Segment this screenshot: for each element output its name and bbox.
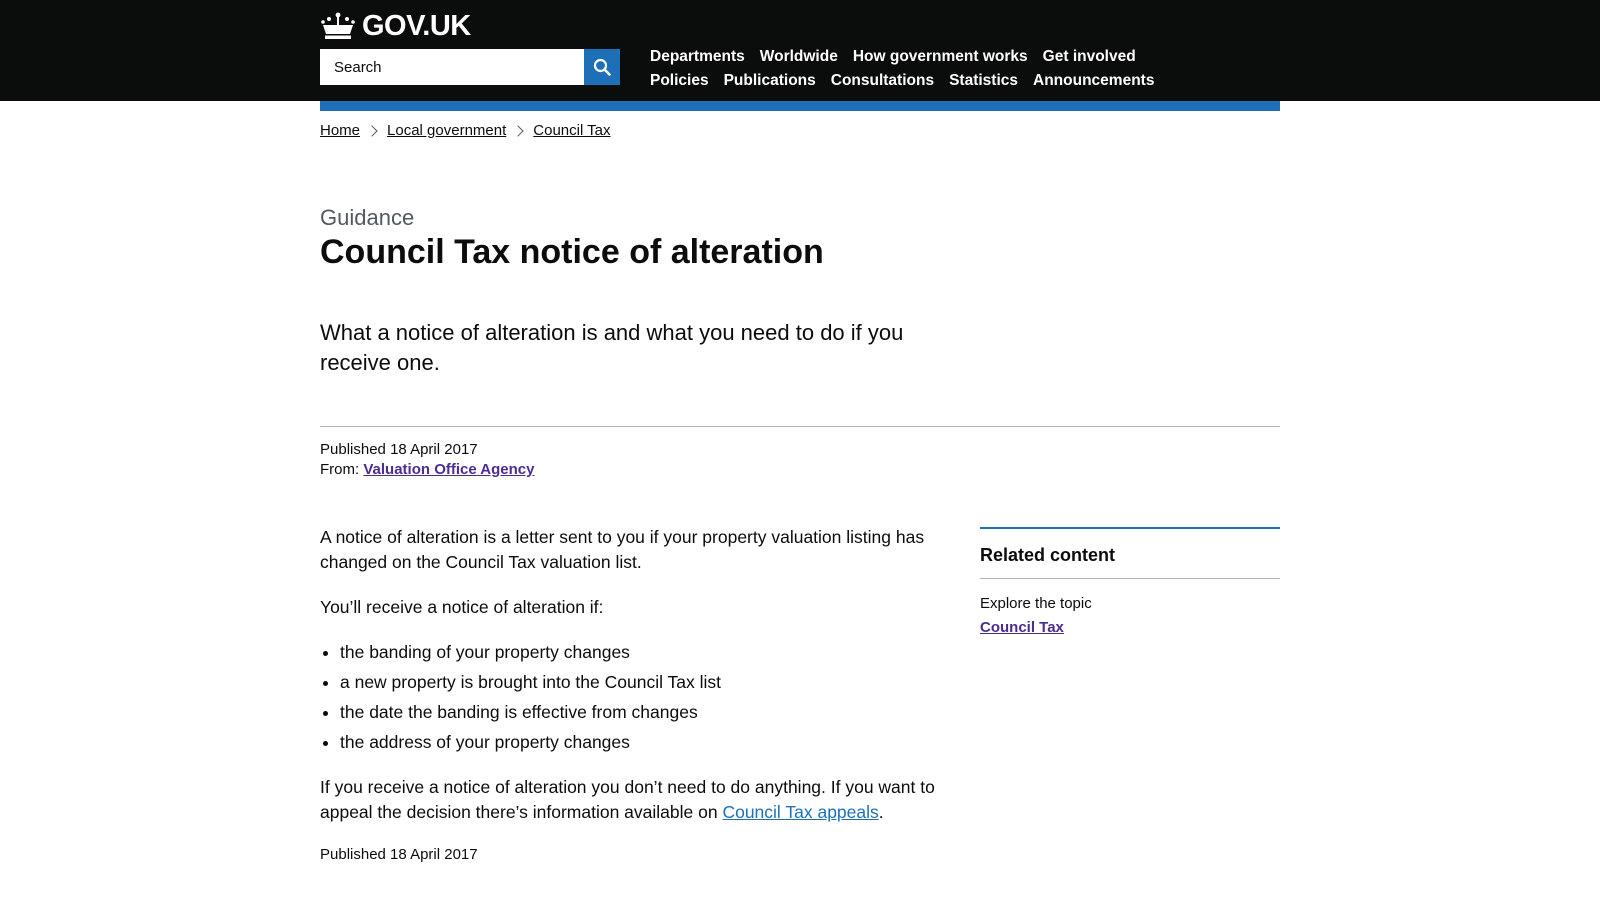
search-form — [320, 49, 620, 85]
search-button[interactable] — [584, 49, 620, 85]
related-content-sidebar: Related content Explore the topic Counci… — [980, 527, 1280, 637]
published-label: Published — [320, 441, 386, 458]
nav-link-consultations[interactable]: Consultations — [831, 72, 934, 90]
search-icon — [593, 58, 611, 76]
breadcrumb-home[interactable]: Home — [320, 122, 360, 139]
published-footer: Published 18 April 2017 — [320, 846, 478, 863]
related-subheading: Explore the topic — [980, 595, 1092, 612]
breadcrumb-local-government[interactable]: Local government — [387, 122, 506, 139]
nav-link-get-involved[interactable]: Get involved — [1043, 48, 1136, 66]
related-topic-link[interactable]: Council Tax — [980, 619, 1064, 636]
list-item: the address of your property changes — [340, 730, 960, 755]
from-line: From: Valuation Office Agency — [320, 460, 535, 480]
nav-row-primary: Departments Worldwide How government wor… — [650, 45, 1210, 69]
publication-metadata: Published 18 April 2017 From: Valuation … — [320, 440, 535, 480]
nav-link-departments[interactable]: Departments — [650, 48, 745, 66]
page-title: Council Tax notice of alteration — [320, 233, 824, 271]
breadcrumb: Home Local government Council Tax — [320, 122, 611, 139]
main-content: A notice of alteration is a letter sent … — [320, 525, 960, 845]
list-item: the date the banding is effective from c… — [340, 700, 960, 725]
from-label: From: — [320, 461, 360, 478]
nav-link-how-government-works[interactable]: How government works — [853, 48, 1028, 66]
list-item: a new property is brought into the Counc… — [340, 670, 960, 695]
govuk-logo-link[interactable]: GOV.UK — [320, 10, 471, 42]
nav-link-worldwide[interactable]: Worldwide — [760, 48, 838, 66]
list-item: the banding of your property changes — [340, 640, 960, 665]
header-blue-bar — [320, 101, 1280, 111]
chevron-right-icon — [366, 124, 378, 137]
site-header: GOV.UK Departments Worldwide How governm… — [0, 0, 1600, 101]
nav-row-secondary: Policies Publications Consultations Stat… — [650, 69, 1210, 93]
appeal-text-end: . — [878, 802, 884, 822]
list-intro-paragraph: You’ll receive a notice of alteration if… — [320, 597, 604, 617]
organisation-link[interactable]: Valuation Office Agency — [363, 461, 534, 478]
related-content-heading: Related content — [980, 529, 1280, 579]
intro-paragraph: A notice of alteration is a letter sent … — [320, 527, 925, 572]
published-date: 18 April 2017 — [390, 441, 478, 458]
nav-link-statistics[interactable]: Statistics — [949, 72, 1018, 90]
breadcrumb-council-tax[interactable]: Council Tax — [533, 122, 610, 139]
logo-text: GOV.UK — [362, 9, 471, 42]
search-input[interactable] — [320, 49, 584, 85]
nav-link-publications[interactable]: Publications — [724, 72, 816, 90]
alteration-reasons-list: the banding of your property changes a n… — [320, 640, 960, 755]
chevron-right-icon — [512, 124, 524, 137]
appeal-paragraph: If you receive a notice of alteration yo… — [320, 775, 960, 825]
section-divider — [320, 426, 1280, 427]
crown-icon — [321, 12, 355, 39]
page-caption: Guidance — [320, 205, 415, 230]
published-line: Published 18 April 2017 — [320, 440, 535, 460]
council-tax-appeals-link[interactable]: Council Tax appeals — [722, 802, 878, 822]
nav-link-policies[interactable]: Policies — [650, 72, 709, 90]
page-lead: What a notice of alteration is and what … — [320, 320, 904, 375]
nav-link-announcements[interactable]: Announcements — [1033, 72, 1154, 90]
main-navigation: Departments Worldwide How government wor… — [650, 45, 1210, 93]
